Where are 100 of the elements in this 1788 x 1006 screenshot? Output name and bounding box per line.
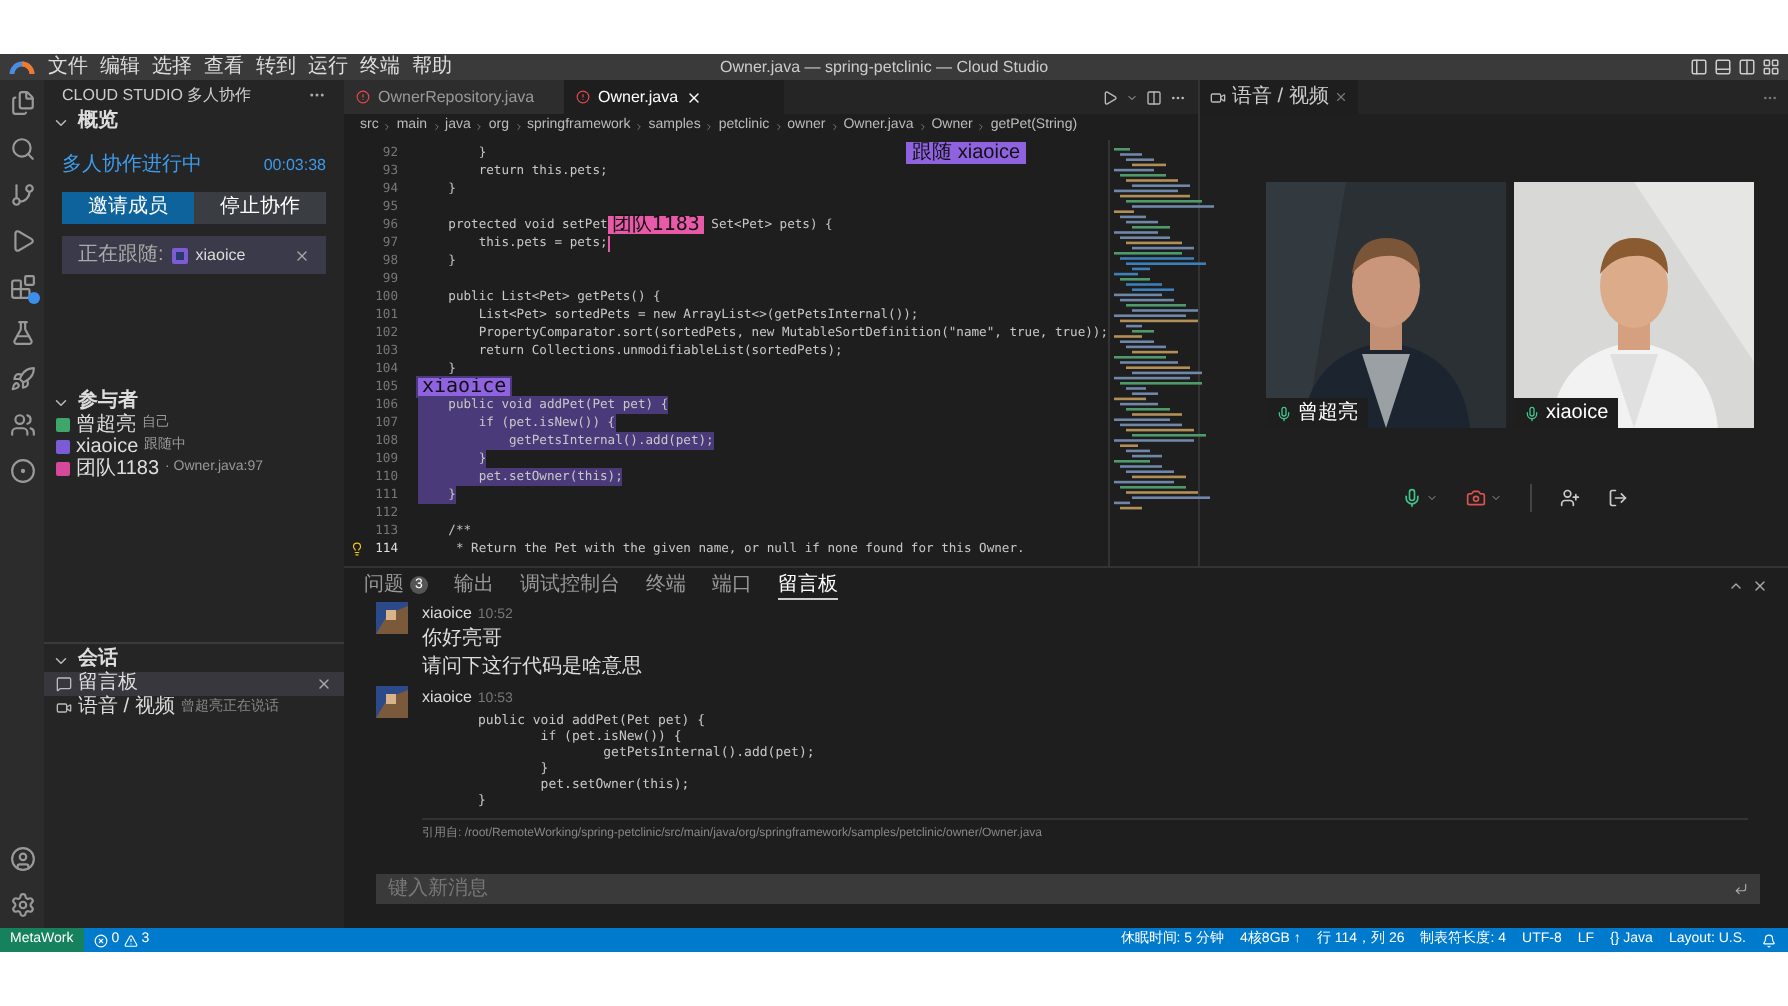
avatar — [171, 247, 188, 263]
tab-label: 端口 — [712, 575, 752, 595]
separator-icon — [773, 122, 784, 132]
run-icon[interactable] — [1102, 89, 1118, 105]
video-icon — [1210, 89, 1226, 105]
participant-name[interactable]: 团队1183 — [76, 459, 160, 479]
warning-icon[interactable] — [123, 933, 138, 947]
menu-item[interactable]: 编辑 — [100, 57, 140, 77]
sidebar-toggle-icon[interactable] — [1690, 58, 1708, 76]
tab-label: 终端 — [646, 575, 686, 595]
close-icon[interactable] — [1752, 578, 1768, 594]
panel-toggle-icon[interactable] — [1714, 58, 1732, 76]
maximize-icon[interactable] — [1728, 578, 1744, 594]
branch-icon[interactable] — [9, 182, 35, 208]
menu-item[interactable]: 转到 — [256, 57, 296, 77]
action-button[interactable]: 停止协作 — [194, 192, 326, 224]
users-icon[interactable] — [9, 412, 35, 438]
settings-icon[interactable] — [9, 892, 35, 918]
caret-icon[interactable] — [1126, 91, 1138, 103]
flask-icon[interactable] — [9, 320, 35, 346]
editor-tab[interactable]: OwnerRepository.java — [344, 80, 564, 114]
close-icon[interactable] — [686, 89, 703, 105]
menu-item[interactable]: 选择 — [152, 57, 192, 77]
avatar — [376, 686, 408, 718]
extensions-icon[interactable] — [9, 274, 35, 300]
following-label: 正在跟随: — [78, 245, 164, 265]
enter-icon[interactable] — [1734, 882, 1748, 896]
separator-icon — [513, 122, 523, 132]
panel-tab[interactable]: 输出 — [454, 572, 494, 600]
tab-label: Owner.java — [598, 85, 679, 109]
menu-item[interactable]: 查看 — [204, 57, 244, 77]
tab-label: 输出 — [454, 575, 494, 595]
editor-tab[interactable]: Owner.java — [564, 80, 784, 114]
tab-label: 语音 / 视频 — [1232, 87, 1329, 107]
participant-name: xiaoice — [1546, 403, 1609, 423]
menu-item[interactable]: 终端 — [360, 57, 400, 77]
panel-tab[interactable]: 调试控制台 — [520, 572, 620, 600]
error-icon[interactable] — [93, 933, 108, 947]
session-label: 语音 / 视频 — [78, 698, 175, 718]
timer: 00:03:38 — [263, 154, 326, 178]
menu-item[interactable]: 帮助 — [412, 57, 452, 77]
caret-icon[interactable] — [1425, 492, 1437, 504]
separator-icon — [634, 122, 645, 132]
files-icon[interactable] — [9, 90, 35, 116]
microphone-icon[interactable] — [1401, 488, 1421, 508]
avatar — [376, 602, 408, 634]
session-item[interactable]: 留言板 — [44, 672, 344, 696]
tab-label: OwnerRepository.java — [378, 85, 535, 109]
user-tag: 团队1183 — [607, 216, 704, 234]
window-title: Owner.java — spring-petclinic — Cloud Studio — [720, 55, 1049, 79]
leave-icon[interactable] — [1607, 488, 1627, 508]
tab-label: 调试控制台 — [520, 575, 620, 595]
separator-icon — [431, 122, 442, 132]
add-user-icon[interactable] — [1559, 488, 1579, 508]
tab-label: 留言板 — [778, 575, 838, 595]
session-label: 留言板 — [78, 674, 138, 694]
participant-name[interactable]: 曾超亮 — [76, 415, 136, 435]
layout-icon[interactable] — [1762, 58, 1780, 76]
split-layout-icon[interactable] — [1738, 58, 1756, 76]
caret-icon[interactable] — [1489, 492, 1501, 504]
author-name: xiaoice — [422, 602, 472, 626]
separator-icon — [829, 122, 840, 132]
camera-icon[interactable] — [1465, 488, 1485, 508]
video-tab[interactable]: 语音 / 视频 — [1200, 80, 1359, 114]
panel-tab[interactable]: 终端 — [646, 572, 686, 600]
account-icon[interactable] — [9, 846, 35, 872]
split-editor-icon[interactable] — [1146, 89, 1162, 105]
follow-badge: 跟随 xiaoice — [906, 142, 1026, 164]
user-tag: xiaoice — [418, 378, 511, 396]
author-name: xiaoice — [422, 686, 472, 710]
section-heading[interactable]: 参与者 — [78, 392, 138, 412]
bell-icon[interactable] — [1762, 933, 1776, 947]
action-button[interactable]: 邀请成员 — [62, 192, 194, 224]
following-user: xiaoice — [195, 243, 246, 267]
section-heading[interactable]: 会话 — [78, 650, 118, 670]
error-icon — [356, 90, 370, 104]
video-icon — [56, 700, 72, 716]
separator-icon — [382, 122, 393, 132]
message-icon — [56, 676, 72, 692]
menu-item[interactable]: 文件 — [48, 57, 88, 77]
search-icon[interactable] — [9, 136, 35, 162]
logo-icon — [8, 58, 36, 76]
message-text: 请问下这行代码是啥意思 — [422, 656, 644, 678]
sidebar-title: CLOUD STUDIO 多人协作 — [62, 83, 252, 107]
participant-name[interactable]: xiaoice — [76, 437, 139, 457]
message-text: 你好亮哥 — [422, 628, 504, 650]
section-heading[interactable]: 概览 — [78, 112, 118, 132]
error-icon — [576, 90, 590, 104]
separator-icon — [474, 122, 485, 132]
lightbulb-icon[interactable] — [350, 542, 364, 556]
menu-item[interactable]: 运行 — [308, 57, 348, 77]
rocket-icon[interactable] — [9, 366, 35, 392]
separator-icon — [917, 122, 928, 132]
participant-name: 曾超亮 — [1298, 403, 1358, 423]
panel-tab[interactable]: 留言板 — [778, 572, 838, 600]
panel-tab[interactable]: 端口 — [712, 572, 752, 600]
tab-label: 问题 — [364, 575, 404, 595]
separator-icon — [976, 122, 987, 132]
run-icon[interactable] — [9, 228, 35, 254]
status-text: 多人协作进行中 — [62, 156, 202, 176]
